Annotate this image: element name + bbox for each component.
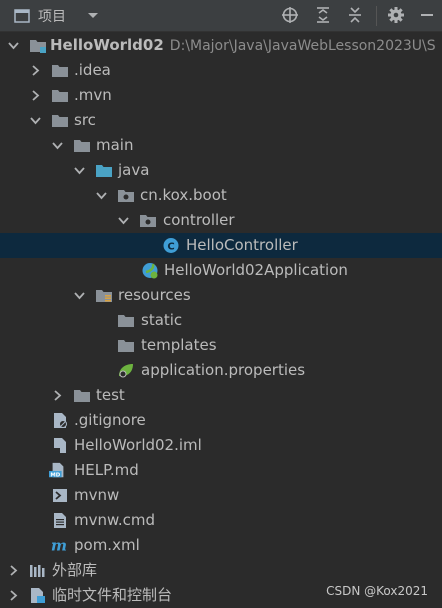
tree-item-label: templates bbox=[141, 336, 217, 354]
tree-item-test[interactable]: test bbox=[0, 383, 442, 408]
tree-item-controller[interactable]: controller bbox=[0, 208, 442, 233]
tree-item-label: cn.kox.boot bbox=[140, 186, 227, 204]
tree-item-application-properties[interactable]: application.properties bbox=[0, 358, 442, 383]
svg-text:C: C bbox=[167, 242, 174, 253]
toolbar-separator bbox=[376, 6, 377, 26]
source-folder-icon bbox=[96, 165, 112, 177]
chevron-right-icon[interactable] bbox=[52, 390, 63, 401]
watermark: CSDN @Kox2021 bbox=[326, 584, 428, 598]
package-icon bbox=[140, 215, 156, 227]
chevron-down-icon[interactable] bbox=[30, 115, 41, 126]
libraries-icon bbox=[30, 565, 45, 577]
module-folder-icon bbox=[30, 40, 46, 53]
tree-item-iml[interactable]: HelloWorld02.iml bbox=[0, 433, 442, 458]
chevron-down-icon[interactable] bbox=[74, 165, 85, 176]
tree-item-label: mvnw.cmd bbox=[74, 511, 156, 529]
spring-boot-application-icon bbox=[142, 263, 158, 279]
tree-item-label: HelloWorld02Application bbox=[164, 261, 348, 279]
chevron-right-icon[interactable] bbox=[8, 590, 19, 601]
folder-icon bbox=[52, 65, 68, 77]
chevron-right-icon[interactable] bbox=[30, 65, 41, 76]
tree-item-label: pom.xml bbox=[74, 536, 140, 554]
resources-folder-icon bbox=[96, 290, 112, 302]
tree-item-mvnw-cmd[interactable]: mvnw.cmd bbox=[0, 508, 442, 533]
tree-item-label: controller bbox=[163, 211, 235, 229]
ignore-file-icon bbox=[54, 413, 67, 428]
tree-item-idea[interactable]: .idea bbox=[0, 58, 442, 83]
folder-icon bbox=[52, 115, 68, 127]
settings-icon[interactable] bbox=[387, 6, 405, 24]
tree-item-root[interactable]: HelloWorld02 D:\Major\Java\JavaWebLesson2… bbox=[0, 33, 442, 58]
chevron-down-icon[interactable] bbox=[74, 290, 85, 301]
text-file-icon bbox=[54, 513, 66, 528]
chevron-right-icon[interactable] bbox=[8, 565, 19, 576]
tree-item-help-md[interactable]: MD HELP.md bbox=[0, 458, 442, 483]
tree-item-mvn[interactable]: .mvn bbox=[0, 83, 442, 108]
package-icon bbox=[118, 190, 134, 202]
tree-item-static[interactable]: static bbox=[0, 308, 442, 333]
folder-icon bbox=[52, 90, 68, 102]
tree-item-label: HelloWorld02 D:\Major\Java\JavaWebLesson2… bbox=[50, 36, 436, 56]
tree-item-label: src bbox=[74, 111, 96, 129]
tree-item-external-libraries[interactable]: 外部库 bbox=[0, 558, 442, 583]
tree-item-label: 外部库 bbox=[52, 561, 98, 579]
tree-item-label: resources bbox=[118, 286, 191, 304]
tree-item-label: HelloController bbox=[186, 236, 298, 254]
tree-item-label: .mvn bbox=[74, 86, 112, 104]
tree-item-label: mvnw bbox=[74, 486, 120, 504]
tree-item-label: main bbox=[96, 136, 134, 154]
collapse-all-icon[interactable] bbox=[346, 6, 364, 24]
tree-item-label: test bbox=[96, 386, 125, 404]
maven-icon: m bbox=[51, 537, 67, 554]
tree-item-java[interactable]: java bbox=[0, 158, 442, 183]
tree-item-templates[interactable]: templates bbox=[0, 333, 442, 358]
folder-icon bbox=[118, 315, 134, 327]
tree-item-label: HELP.md bbox=[74, 461, 139, 479]
tree-item-pom-xml[interactable]: m pom.xml bbox=[0, 533, 442, 558]
tree-item-label: HelloWorld02.iml bbox=[74, 436, 202, 454]
chevron-right-icon[interactable] bbox=[30, 90, 41, 101]
project-view-icon bbox=[14, 9, 30, 23]
tree-item-application-class[interactable]: HelloWorld02Application bbox=[0, 258, 442, 283]
chevron-down-icon[interactable] bbox=[118, 215, 129, 226]
module-file-icon bbox=[54, 438, 66, 453]
tree-item-label: java bbox=[118, 161, 150, 179]
scratches-icon bbox=[31, 588, 45, 603]
expand-all-icon[interactable] bbox=[314, 6, 332, 24]
project-panel-header: 项目 bbox=[0, 0, 442, 32]
chevron-down-icon[interactable] bbox=[8, 40, 19, 51]
java-class-icon: C bbox=[163, 238, 179, 253]
shell-script-icon bbox=[53, 489, 67, 502]
tree-item-gitignore[interactable]: .gitignore bbox=[0, 408, 442, 433]
tree-item-src[interactable]: src bbox=[0, 108, 442, 133]
tree-item-package[interactable]: cn.kox.boot bbox=[0, 183, 442, 208]
markdown-file-icon: MD bbox=[49, 462, 64, 478]
tree-item-resources[interactable]: resources bbox=[0, 283, 442, 308]
chevron-down-icon[interactable] bbox=[87, 12, 99, 20]
svg-text:m: m bbox=[51, 537, 67, 554]
hide-icon[interactable] bbox=[418, 6, 436, 24]
tree-item-mvnw[interactable]: mvnw bbox=[0, 483, 442, 508]
project-name: HelloWorld02 bbox=[50, 36, 164, 54]
tree-item-label: 临时文件和控制台 bbox=[52, 586, 173, 604]
chevron-down-icon[interactable] bbox=[52, 140, 63, 151]
svg-text:MD: MD bbox=[50, 472, 60, 478]
chevron-down-icon[interactable] bbox=[96, 190, 107, 201]
tree-item-main[interactable]: main bbox=[0, 133, 442, 158]
folder-icon bbox=[118, 340, 134, 352]
tree-item-label: application.properties bbox=[141, 361, 306, 379]
project-path: D:\Major\Java\JavaWebLesson2023U\S bbox=[169, 38, 436, 54]
project-view-title[interactable]: 项目 bbox=[38, 6, 66, 26]
spring-properties-icon bbox=[119, 364, 133, 378]
locate-icon[interactable] bbox=[281, 6, 299, 24]
folder-icon bbox=[74, 390, 90, 402]
folder-icon bbox=[74, 140, 90, 152]
tree-item-label: .idea bbox=[74, 61, 111, 79]
tree-item-hello-controller[interactable]: C HelloController bbox=[0, 233, 442, 258]
tree-item-label: .gitignore bbox=[74, 411, 146, 429]
tree-item-label: static bbox=[141, 311, 183, 329]
